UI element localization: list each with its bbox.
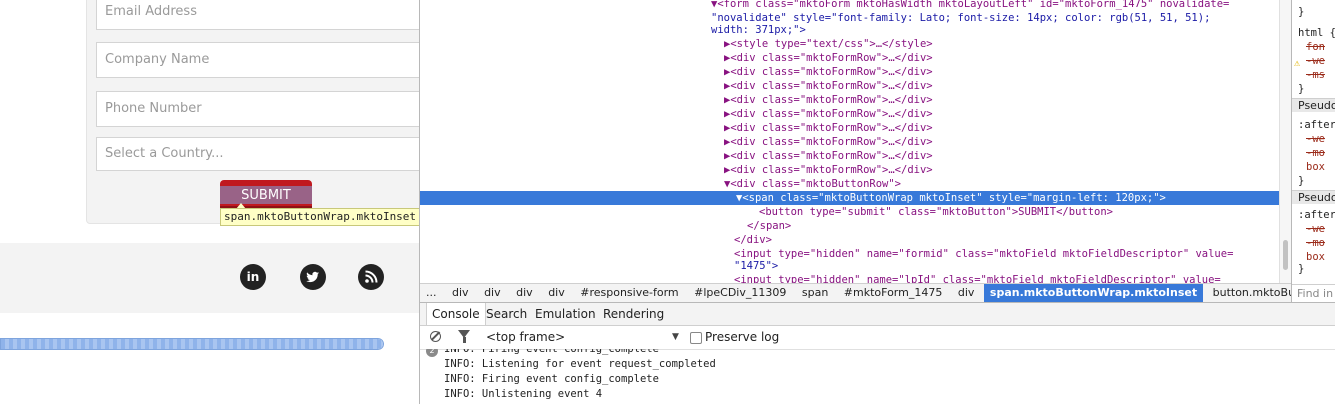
rss-icon[interactable] [358,264,384,290]
console-toolbar: <top frame> ▼ Preserve log [420,325,1335,350]
styles-line[interactable]: -ms [1306,68,1325,82]
tab-rendering[interactable]: Rendering [598,303,669,325]
dom-line[interactable]: width: 371px;"> [711,23,806,37]
dom-line[interactable]: </span> [747,219,791,233]
submit-button[interactable]: SUBMIT [220,180,312,210]
dom-line[interactable]: ▶<div class="mktoFormRow">…</div> [724,121,933,135]
dom-line[interactable]: ▶<div class="mktoFormRow">…</div> [724,163,933,177]
dom-line[interactable]: "1475"> [734,259,778,273]
preserve-log-label[interactable]: Preserve log [705,329,779,345]
dom-line[interactable]: </div> [734,233,772,247]
styles-line: } [1298,175,1305,187]
phone-field[interactable]: Phone Number [96,91,419,127]
preserve-log-checkbox[interactable] [690,332,702,344]
styles-line[interactable]: -we [1306,132,1325,146]
styles-line: } [1298,263,1305,275]
breadcrumb-item[interactable]: div [510,284,539,302]
breadcrumb-item[interactable]: #mktoForm_1475 [838,284,949,302]
company-field[interactable]: Company Name [96,42,419,78]
pseudo-header: Pseudo [1292,190,1335,204]
find-in-styles-input[interactable]: Find in [1292,284,1335,302]
elements-tree[interactable]: ▼<form class="mktoForm mktoHasWidth mkto… [420,0,1279,283]
dom-line[interactable]: ▶<div class="mktoFormRow">…</div> [724,51,933,65]
page-progress-bar [0,338,384,350]
styles-line[interactable]: fon [1306,40,1325,54]
tab-emulation[interactable]: Emulation [530,303,601,325]
console-log: INFO: Firing event config_complete 2 INF… [420,349,1335,405]
breadcrumb-item[interactable]: span [796,284,834,302]
dom-line[interactable]: ▼<div class="mktoButtonRow"> [724,177,901,191]
dom-line[interactable]: <input type="hidden" name="formid" class… [734,247,1233,261]
dom-line[interactable]: <input type="hidden" name="lpId" class="… [734,273,1221,283]
styles-line: :after [1298,209,1335,221]
frame-selector[interactable]: <top frame> [486,329,565,345]
styles-line[interactable]: -mo [1306,236,1325,250]
dom-line[interactable]: ▶<style type="text/css">…</style> [724,37,933,51]
log-line: INFO: Listening for event request_comple… [444,358,716,370]
linkedin-icon[interactable]: in [240,264,266,290]
log-line: INFO: Firing event config_complete [444,373,659,385]
devtools-panel: ▼<form class="mktoForm mktoHasWidth mkto… [419,0,1335,404]
dom-line[interactable]: ▶<div class="mktoFormRow">…</div> [724,107,933,121]
breadcrumb-item[interactable]: div [446,284,475,302]
log-line: INFO: Firing event config_complete [444,349,659,355]
console-drawer: Console Search Emulation Rendering <top … [420,302,1335,404]
breadcrumb-item[interactable]: div [542,284,571,302]
styles-line[interactable]: -we [1306,54,1325,68]
styles-line: } [1298,6,1305,18]
breadcrumb: ... div div div div #responsive-form #lp… [420,283,1291,302]
inspect-tooltip: span.mktoButtonWrap.mktoInset [220,208,419,226]
styles-line: html { [1298,27,1335,39]
filter-icon[interactable] [458,330,470,343]
page-footer [0,243,419,313]
country-select[interactable]: Select a Country... [96,137,419,171]
twitter-icon[interactable] [300,264,326,290]
styles-line: } [1298,83,1305,95]
breadcrumb-item[interactable]: div [478,284,507,302]
breadcrumb-item[interactable]: #lpeCDiv_11309 [688,284,792,302]
tab-search[interactable]: Search [481,303,532,325]
dom-line[interactable]: ▶<div class="mktoFormRow">…</div> [724,79,933,93]
styles-line[interactable]: box [1306,160,1325,174]
styles-pane: } html { fon ⚠ -we -ms } Pseudo :after -… [1291,0,1335,302]
scrollbar-thumb[interactable] [1283,240,1288,270]
tab-console[interactable]: Console [426,303,486,325]
styles-line[interactable]: box [1306,250,1325,264]
dom-line[interactable]: ▶<div class="mktoFormRow">…</div> [724,135,933,149]
submit-label: SUBMIT [241,188,291,203]
repeat-count-badge: 2 [426,349,438,357]
warning-icon: ⚠ [1294,58,1301,69]
dom-line[interactable]: ▼<form class="mktoForm mktoHasWidth mkto… [711,0,1229,11]
dom-line-selected[interactable]: ▼<span class="mktoButtonWrap mktoInset" … [420,191,1279,205]
breadcrumb-item[interactable]: #responsive-form [574,284,684,302]
styles-line[interactable]: -we [1306,222,1325,236]
clear-console-icon[interactable] [430,331,441,342]
dom-line[interactable]: ▶<div class="mktoFormRow">…</div> [724,65,933,79]
styles-line: :after [1298,119,1335,131]
pseudo-header: Pseudo [1292,98,1335,112]
breadcrumb-item[interactable]: div [952,284,981,302]
web-page-viewport: Email Address Company Name Phone Number … [0,0,419,404]
chevron-down-icon[interactable]: ▼ [672,329,679,345]
breadcrumb-item[interactable]: ... [420,284,443,302]
breadcrumb-item[interactable]: button.mktoButton [1207,284,1291,302]
log-line: INFO: Unlistening event 4 [444,388,603,400]
styles-line[interactable]: -mo [1306,146,1325,160]
email-field[interactable]: Email Address [96,0,419,30]
dom-line[interactable]: ▶<div class="mktoFormRow">…</div> [724,93,933,107]
dom-line[interactable]: <button type="submit" class="mktoButton"… [759,205,1113,219]
drawer-tabs: Console Search Emulation Rendering [420,303,1335,326]
breadcrumb-item-active[interactable]: span.mktoButtonWrap.mktoInset [983,284,1204,302]
dom-line[interactable]: ▶<div class="mktoFormRow">…</div> [724,149,933,163]
